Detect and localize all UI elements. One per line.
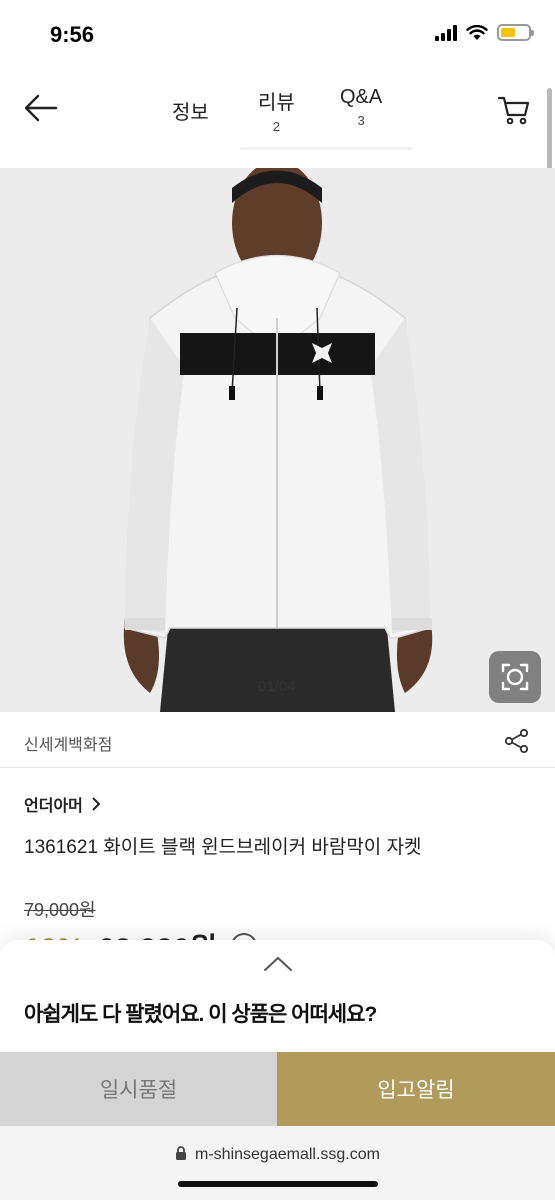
tab-qa-count: 3	[357, 113, 365, 128]
image-counter: 01/04	[258, 678, 296, 695]
seller-row: 신세계백화점	[0, 712, 555, 768]
soldout-button[interactable]: 일시품절	[0, 1052, 277, 1126]
product-photo	[0, 168, 555, 712]
home-indicator[interactable]	[178, 1181, 378, 1187]
brand-link[interactable]: 언더아머	[24, 792, 101, 816]
scrollbar[interactable]	[547, 88, 552, 170]
status-icons	[435, 24, 534, 41]
chevron-up-icon[interactable]	[262, 952, 294, 976]
tab-qa[interactable]: Q&A 3	[340, 86, 382, 128]
back-arrow-icon[interactable]	[22, 90, 62, 126]
product-title: 1361621 화이트 블랙 윈드브레이커 바람막이 자켓	[24, 837, 422, 858]
cart-icon[interactable]	[497, 92, 531, 126]
product-nav-header: 정보 리뷰 2 Q&A 3	[0, 70, 555, 150]
browser-url-bar[interactable]: m-shinsegaemall.ssg.com	[0, 1126, 555, 1200]
tab-review-count: 2	[272, 119, 281, 134]
chevron-right-icon	[92, 797, 101, 811]
brand-name: 언더아머	[24, 798, 83, 815]
camera-lens-search-button[interactable]	[489, 651, 541, 703]
original-price: 79,000원	[24, 900, 96, 920]
battery-icon	[497, 24, 534, 41]
lock-icon	[176, 1146, 187, 1160]
tab-qa-label: Q&A	[340, 86, 383, 108]
soldout-message: 아쉽게도 다 팔렸어요. 이 상품은 어떠세요?	[24, 1003, 377, 1026]
lens-scan-icon	[501, 663, 529, 691]
status-bar: 9:56	[0, 0, 555, 70]
restock-notify-button[interactable]: 입고알림	[277, 1052, 555, 1126]
signal-icon	[435, 24, 457, 41]
tab-info-label: 정보	[172, 102, 209, 124]
tab-review-label: 리뷰	[258, 92, 295, 114]
seller-name: 신세계백화점	[24, 737, 113, 754]
tab-info[interactable]: 정보	[172, 96, 209, 125]
product-image[interactable]	[0, 168, 555, 712]
url-display: m-shinsegaemall.ssg.com	[0, 1146, 555, 1164]
tab-review[interactable]: 리뷰 2	[258, 86, 295, 134]
url-text: m-shinsegaemall.ssg.com	[195, 1146, 380, 1163]
share-icon[interactable]	[504, 728, 530, 754]
status-time: 9:56	[50, 22, 95, 47]
wifi-icon	[466, 24, 488, 40]
tab-indicator	[240, 147, 412, 150]
